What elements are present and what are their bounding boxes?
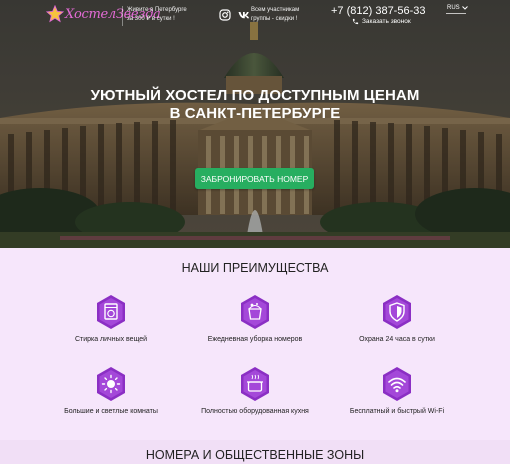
shield-icon [383,295,411,329]
chevron-down-icon [461,6,468,10]
feature-wifi: Бесплатный и быстрый Wi-Fi [312,366,482,415]
language-label: RUS [447,5,460,11]
feature-label: Бесплатный и быстрый Wi-Fi [349,408,445,415]
hero-headline-line1: УЮТНЫЙ ХОСТЕЛ ПО ДОСТУПНЫМ ЦЕНАМ [90,87,420,104]
tagline: Живите в Петербурге за 300 ₽ в сутки ! [127,7,187,22]
feature-label: Охрана 24 часа в сутки [359,336,435,343]
star-logo-icon [46,5,64,23]
phone-icon [352,18,359,25]
social-discount-text: Всем участникам группы - скидки ! [251,7,300,22]
cleaning-bucket-icon [241,295,269,329]
rooms-title: НОМЕРА И ОБЩЕСТВЕННЫЕ ЗОНЫ [145,448,365,462]
washing-machine-icon [97,295,125,329]
social-links [219,9,250,21]
sun-icon [97,367,125,401]
wifi-icon [383,367,411,401]
cooking-pot-icon [241,367,269,401]
vk-icon[interactable] [238,9,250,21]
rooms-section: НОМЕРА И ОБЩЕСТВЕННЫЕ ЗОНЫ [0,440,510,464]
callback-link[interactable]: Заказать звонок [352,18,411,25]
instagram-icon[interactable] [219,9,231,21]
language-underline [446,13,466,14]
hero-section: ХостелЗвезда Живите в Петербурге за 300 … [0,0,510,248]
advantages-title: НАШИ ПРЕИМУЩЕСТВА [181,261,329,275]
top-bar: ХостелЗвезда Живите в Петербурге за 300 … [0,0,510,32]
language-selector[interactable]: RUS [447,5,468,11]
phone-number[interactable]: +7 (812) 387-56-33 [331,5,425,17]
feature-security: Охрана 24 часа в сутки [312,294,482,343]
hero-headline: УЮТНЫЙ ХОСТЕЛ ПО ДОСТУПНЫМ ЦЕНАМ В САНКТ… [0,87,510,123]
advantages-section: НАШИ ПРЕИМУЩЕСТВА Стирка личных вещей Еж… [0,248,510,440]
hero-headline-line2: В САНКТ-ПЕТЕРБУРГЕ [169,105,341,122]
callback-label: Заказать звонок [362,18,411,25]
divider [122,6,123,26]
hero-overlay [0,0,510,248]
book-room-button[interactable]: ЗАБРОНИРОВАТЬ НОМЕР [195,168,314,189]
